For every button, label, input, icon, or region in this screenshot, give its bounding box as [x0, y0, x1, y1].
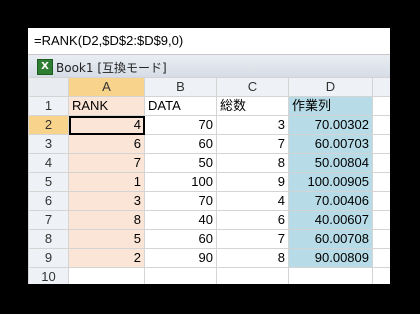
- cell-d6[interactable]: 70.00406: [288, 191, 373, 211]
- cell-c7[interactable]: 6: [216, 210, 289, 230]
- cell-e5[interactable]: [372, 172, 390, 192]
- cell-d4[interactable]: 50.00804: [288, 153, 373, 173]
- cell-c5[interactable]: 9: [216, 172, 289, 192]
- cell-e10[interactable]: [372, 267, 390, 284]
- row-header[interactable]: 6: [28, 191, 69, 211]
- cell-c9[interactable]: 8: [216, 248, 289, 268]
- cell-b10[interactable]: [144, 267, 217, 284]
- cell-e1[interactable]: [372, 96, 390, 116]
- row-header[interactable]: 2: [28, 115, 69, 135]
- cell-e7[interactable]: [372, 210, 390, 230]
- cell-a9[interactable]: 2: [68, 248, 145, 268]
- table-row: 5 1 100 9 100.00905: [28, 172, 390, 192]
- spreadsheet-window: =RANK(D2,$D$2:$D$9,0) X Book1 [互換モード] A …: [28, 28, 390, 284]
- cell-d3[interactable]: 60.00703: [288, 134, 373, 154]
- cell-b6[interactable]: 70: [144, 191, 217, 211]
- cell-c2[interactable]: 3: [216, 115, 289, 135]
- cell-c8[interactable]: 7: [216, 229, 289, 249]
- row-header[interactable]: 9: [28, 248, 69, 268]
- column-header-b[interactable]: B: [144, 77, 217, 97]
- table-row: 3 6 60 7 60.00703: [28, 134, 390, 154]
- cell-e4[interactable]: [372, 153, 390, 173]
- cell-b7[interactable]: 40: [144, 210, 217, 230]
- cell-b1[interactable]: DATA: [144, 96, 217, 116]
- cell-c10[interactable]: [216, 267, 289, 284]
- cell-b2[interactable]: 70: [144, 115, 217, 135]
- cell-a4[interactable]: 7: [68, 153, 145, 173]
- table-row: 2 4 70 3 70.00302: [28, 115, 390, 135]
- row-header[interactable]: 1: [28, 96, 69, 116]
- cell-e3[interactable]: [372, 134, 390, 154]
- table-row: 1 RANK DATA 総数 作業列: [28, 96, 390, 116]
- column-header-row: A B C D: [28, 77, 390, 97]
- workbook-titlebar: X Book1 [互換モード]: [28, 55, 390, 78]
- cell-b3[interactable]: 60: [144, 134, 217, 154]
- table-row: 7 8 40 6 40.00607: [28, 210, 390, 230]
- table-row: 10: [28, 267, 390, 284]
- row-header[interactable]: 8: [28, 229, 69, 249]
- select-all-corner[interactable]: [28, 77, 69, 97]
- cell-a6[interactable]: 3: [68, 191, 145, 211]
- cell-d10[interactable]: [288, 267, 373, 284]
- cell-e9[interactable]: [372, 248, 390, 268]
- cell-a3[interactable]: 6: [68, 134, 145, 154]
- column-header-a[interactable]: A: [68, 77, 145, 97]
- cell-c4[interactable]: 8: [216, 153, 289, 173]
- column-header-e[interactable]: [372, 77, 390, 97]
- row-header[interactable]: 5: [28, 172, 69, 192]
- cell-a10[interactable]: [68, 267, 145, 284]
- cell-d1[interactable]: 作業列: [288, 96, 373, 116]
- table-row: 9 2 90 8 90.00809: [28, 248, 390, 268]
- cell-d5[interactable]: 100.00905: [288, 172, 373, 192]
- cell-e6[interactable]: [372, 191, 390, 211]
- table-row: 6 3 70 4 70.00406: [28, 191, 390, 211]
- cell-d8[interactable]: 60.00708: [288, 229, 373, 249]
- cell-c6[interactable]: 4: [216, 191, 289, 211]
- excel-icon[interactable]: X: [37, 59, 53, 75]
- cell-a1[interactable]: RANK: [68, 96, 145, 116]
- column-header-c[interactable]: C: [216, 77, 289, 97]
- worksheet-grid: A B C D 1 RANK DATA 総数 作業列 2 4 70 3 70.0: [28, 77, 390, 284]
- workbook-title: Book1 [互換モード]: [56, 61, 167, 75]
- cell-b9[interactable]: 90: [144, 248, 217, 268]
- column-header-d[interactable]: D: [288, 77, 373, 97]
- cell-a2-active[interactable]: 4: [68, 115, 145, 135]
- cell-c1[interactable]: 総数: [216, 96, 289, 116]
- cell-e2[interactable]: [372, 115, 390, 135]
- row-header[interactable]: 7: [28, 210, 69, 230]
- table-row: 8 5 60 7 60.00708: [28, 229, 390, 249]
- row-header[interactable]: 4: [28, 153, 69, 173]
- cell-c3[interactable]: 7: [216, 134, 289, 154]
- row-header[interactable]: 10: [28, 267, 69, 284]
- formula-bar[interactable]: =RANK(D2,$D$2:$D$9,0): [28, 28, 390, 55]
- cell-e8[interactable]: [372, 229, 390, 249]
- cell-a8[interactable]: 5: [68, 229, 145, 249]
- formula-text[interactable]: =RANK(D2,$D$2:$D$9,0): [34, 33, 183, 48]
- cell-d7[interactable]: 40.00607: [288, 210, 373, 230]
- table-row: 4 7 50 8 50.00804: [28, 153, 390, 173]
- cell-b8[interactable]: 60: [144, 229, 217, 249]
- cell-d9[interactable]: 90.00809: [288, 248, 373, 268]
- cell-b5[interactable]: 100: [144, 172, 217, 192]
- cell-b4[interactable]: 50: [144, 153, 217, 173]
- row-header[interactable]: 3: [28, 134, 69, 154]
- cell-d2[interactable]: 70.00302: [288, 115, 373, 135]
- cell-a7[interactable]: 8: [68, 210, 145, 230]
- cell-a5[interactable]: 1: [68, 172, 145, 192]
